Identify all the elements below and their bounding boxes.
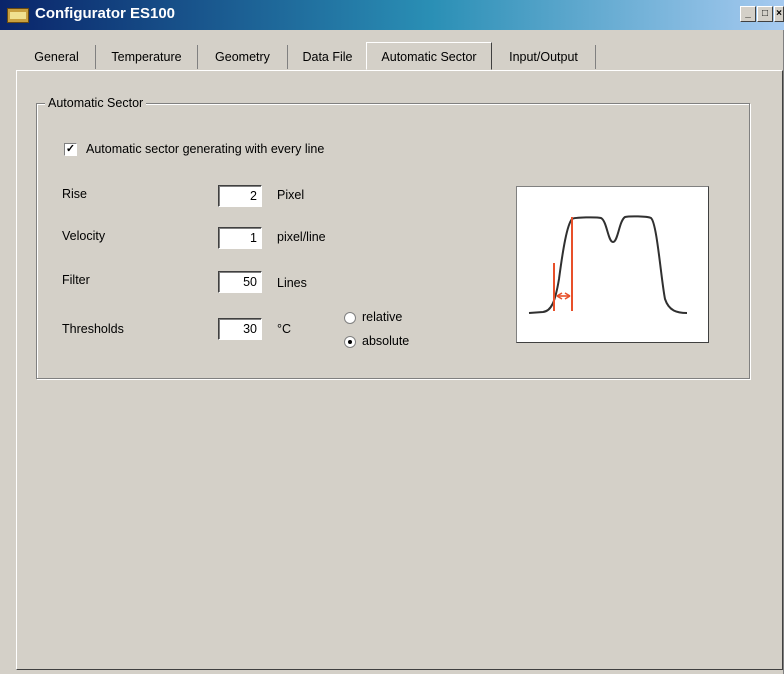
tab-automatic-sector[interactable]: Automatic Sector [366, 42, 492, 70]
filter-input[interactable]: 50 [218, 271, 262, 293]
tab-data-file[interactable]: Data File [288, 45, 368, 69]
rise-input[interactable]: 2 [218, 185, 262, 207]
app-icon [7, 8, 29, 23]
rise-label: Rise [62, 187, 88, 201]
window-title: Configurator ES100 [35, 5, 176, 22]
configurator-window: Configurator ES100 _ □ × General Tempera… [0, 0, 784, 674]
maximize-button[interactable]: □ [757, 6, 773, 22]
auto-sector-checkbox-label[interactable]: Automatic sector generating with every l… [86, 142, 324, 156]
absolute-radio[interactable] [344, 336, 356, 348]
profile-curve [528, 215, 688, 314]
velocity-label: Velocity [62, 229, 106, 243]
relative-radio[interactable] [344, 312, 356, 324]
sector-profile-illustration [516, 186, 709, 343]
minimize-button[interactable]: _ [740, 6, 756, 22]
thresholds-label: Thresholds [62, 322, 124, 336]
tab-input-output[interactable]: Input/Output [492, 45, 596, 69]
title-bar[interactable]: Configurator ES100 _ □ × [0, 0, 784, 30]
velocity-unit: pixel/line [277, 230, 326, 244]
tab-geometry[interactable]: Geometry [198, 45, 288, 69]
filter-label: Filter [62, 273, 90, 287]
group-title: Automatic Sector [45, 96, 147, 110]
auto-sector-checkbox[interactable]: ✓ [64, 143, 77, 156]
absolute-radio-label[interactable]: absolute [362, 334, 409, 348]
thresholds-input[interactable]: 30 [218, 318, 262, 340]
close-button[interactable]: × [774, 6, 784, 22]
rise-unit: Pixel [277, 188, 305, 202]
filter-unit: Lines [277, 276, 307, 290]
relative-radio-label[interactable]: relative [362, 310, 402, 324]
tab-general[interactable]: General [18, 45, 96, 69]
velocity-input[interactable]: 1 [218, 227, 262, 249]
profile-graph-svg [528, 215, 688, 314]
thresholds-unit: °C [277, 322, 292, 336]
tab-temperature[interactable]: Temperature [96, 45, 198, 69]
